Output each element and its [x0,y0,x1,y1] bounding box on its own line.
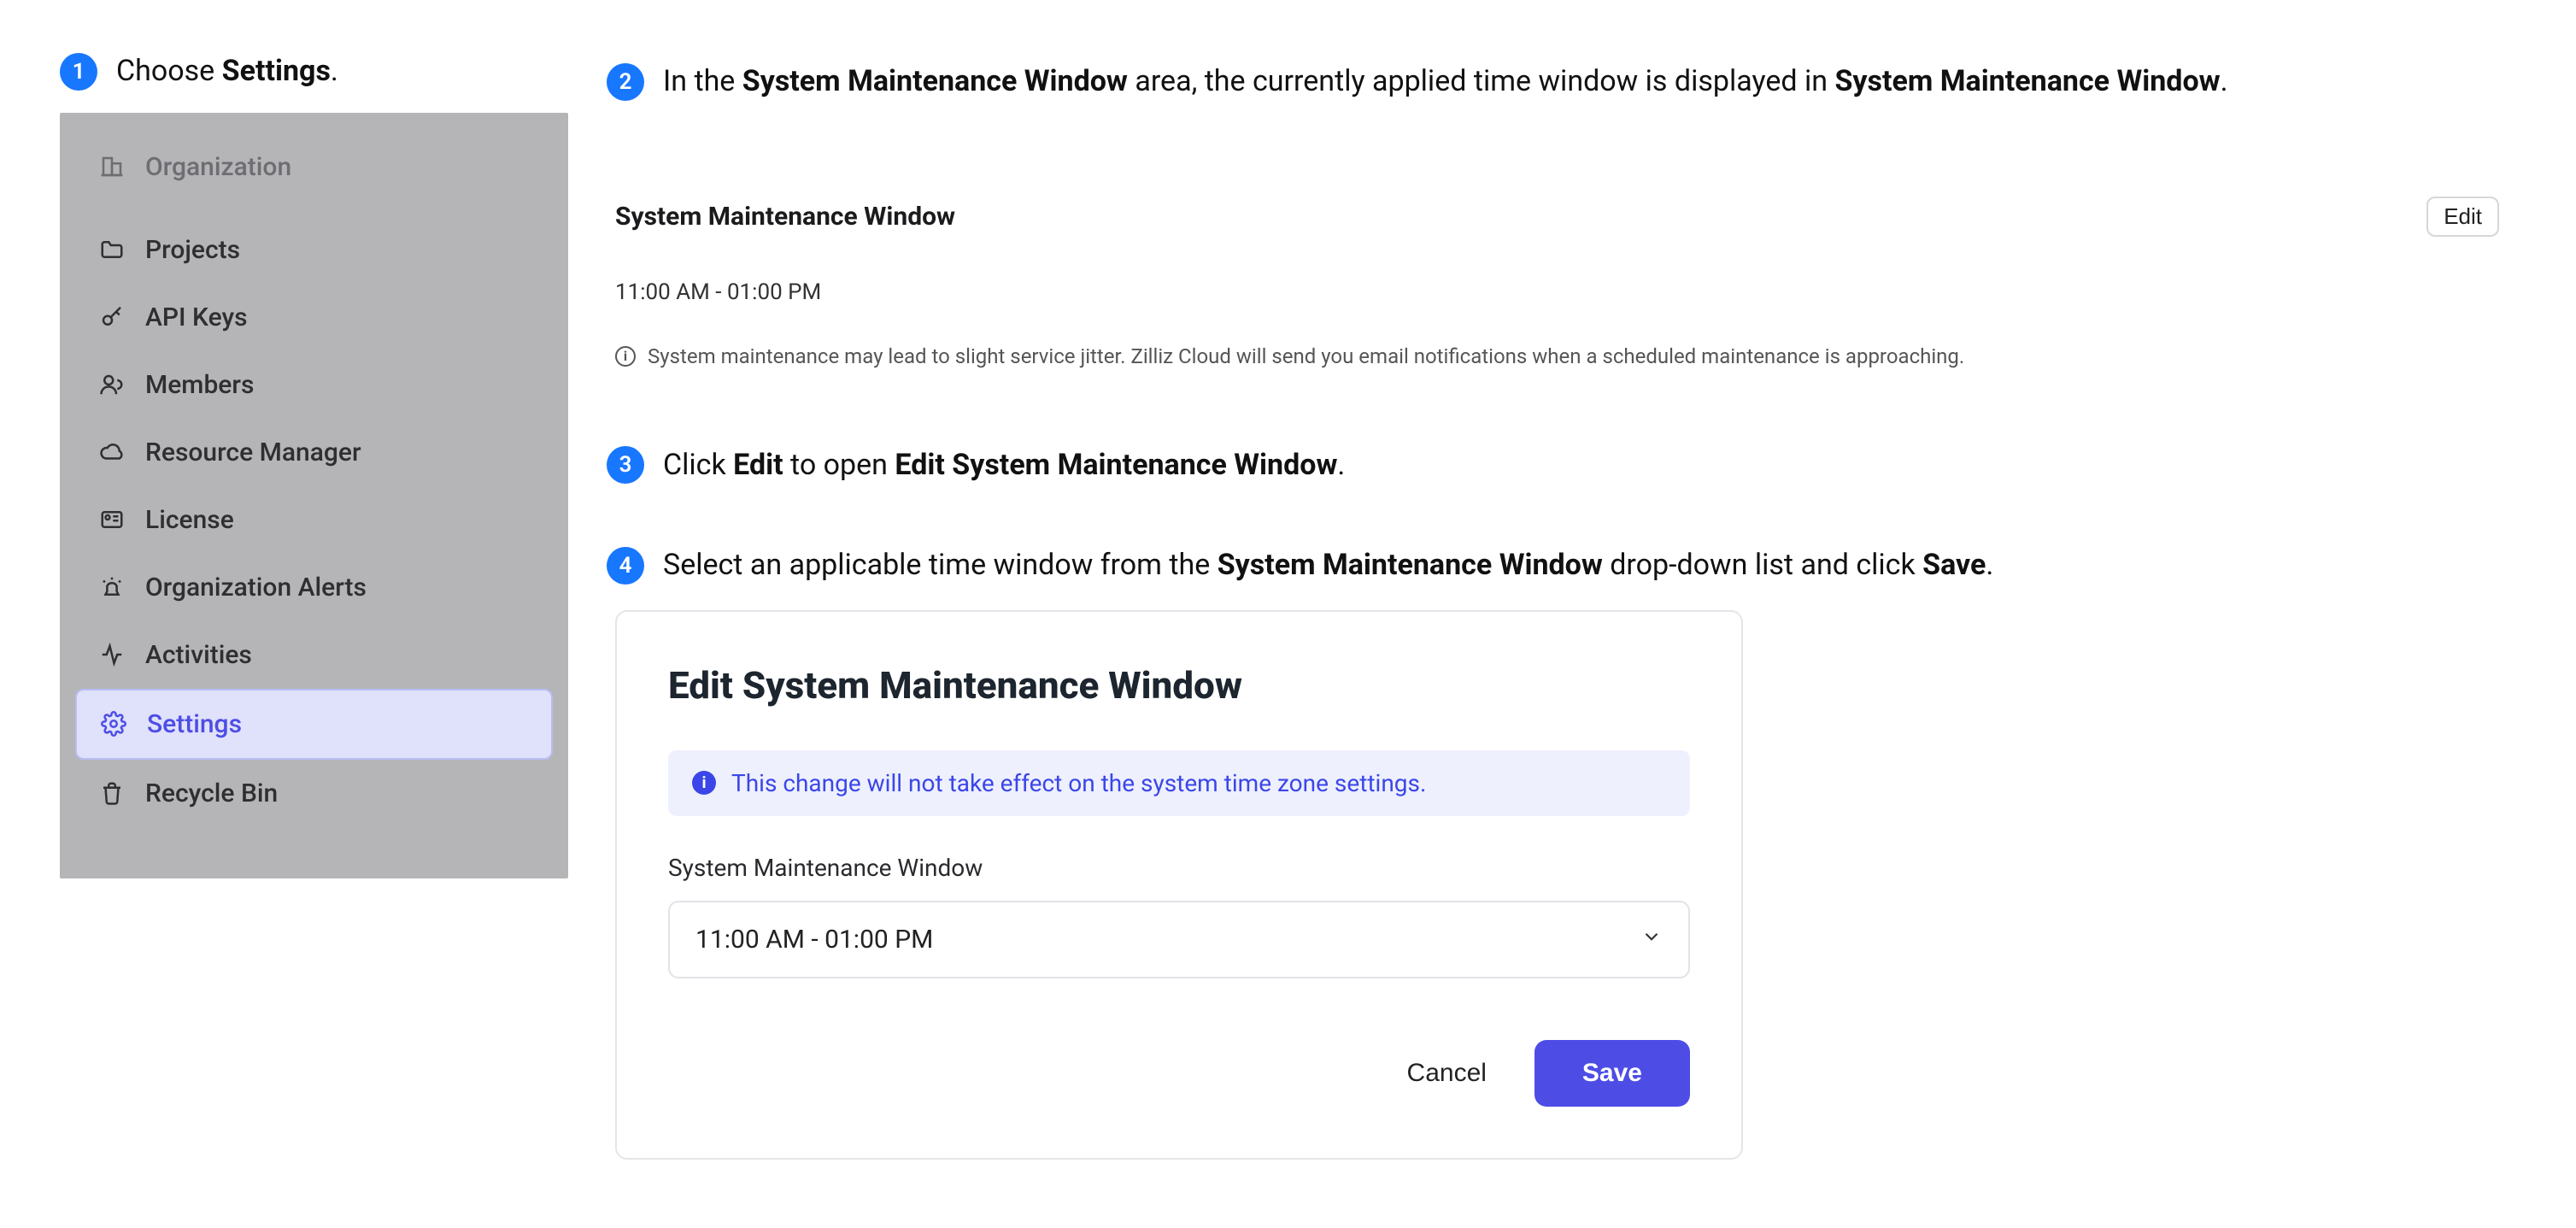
dialog-info-text: This change will not take effect on the … [731,769,1426,797]
dropdown-value: 11:00 AM - 01:00 PM [695,925,933,955]
step-4-bold1: System Maintenance Window [1218,548,1603,582]
dialog-title: Edit System Maintenance Window [668,663,1690,708]
trash-icon [97,779,126,808]
alert-icon [97,573,126,602]
cancel-button[interactable]: Cancel [1407,1059,1487,1088]
step-3-post: . [1337,448,1345,482]
key-icon [97,303,126,332]
sidebar-item-settings[interactable]: Settings [75,689,553,760]
sidebar-item-label: Settings [147,709,242,739]
sidebar-item-label: Organization Alerts [145,573,367,602]
step-2-mid: area, the currently applied time window … [1128,64,1835,98]
info-icon: i [692,771,716,795]
step-3-mid: to open [783,448,895,482]
step-3-pre: Click [663,448,733,482]
step-1-instruction: 1 Choose Settings. [60,51,607,92]
system-maintenance-window-panel: System Maintenance Window Edit 11:00 AM … [607,197,2508,368]
step-4-bold2: Save [1922,548,1986,582]
cloud-icon [97,438,126,467]
dialog-info-banner: i This change will not take effect on th… [668,750,1690,816]
sidebar-item-api-keys[interactable]: API Keys [75,284,553,351]
smw-note-text: System maintenance may lead to slight se… [648,344,1964,368]
sidebar-item-label: License [145,505,234,535]
step-2-badge: 2 [607,63,644,101]
members-icon [97,370,126,399]
sidebar-item-recycle-bin[interactable]: Recycle Bin [75,760,553,827]
edit-button[interactable]: Edit [2426,197,2499,237]
step-4-pre: Select an applicable time window from th… [663,548,1218,582]
step-4-badge: 4 [607,547,644,585]
step-2-bold1: System Maintenance Window [742,64,1128,98]
sidebar-item-label: Projects [145,235,240,265]
step-4-post: . [1986,548,1993,582]
step-1-badge: 1 [60,53,97,91]
folder-icon [97,235,126,264]
sidebar-panel: Organization Projects API Keys Members [60,113,568,878]
edit-system-maintenance-window-dialog: Edit System Maintenance Window i This ch… [615,610,1743,1160]
maintenance-window-dropdown[interactable]: 11:00 AM - 01:00 PM [668,901,1690,978]
smw-time-range: 11:00 AM - 01:00 PM [615,279,2499,305]
chevron-down-icon [1640,925,1663,955]
step-3-instruction: 3 Click Edit to open Edit System Mainten… [607,445,2508,486]
info-icon: i [615,346,636,367]
organization-icon [97,152,126,181]
sidebar-item-label: Resource Manager [145,438,361,467]
license-icon [97,505,126,534]
sidebar-item-license[interactable]: License [75,486,553,554]
sidebar-item-label: Activities [145,640,252,670]
sidebar-header-label: Organization [145,152,291,182]
step-1-text-pre: Choose [116,54,222,88]
sidebar-item-label: Members [145,370,254,400]
step-4-mid: drop-down list and click [1603,548,1922,582]
step-1-text-suffix: . [331,54,338,88]
step-3-bold2: Edit System Maintenance Window [895,448,1337,482]
sidebar-header-organization[interactable]: Organization [75,133,553,201]
gear-icon [99,709,128,738]
smw-title: System Maintenance Window [615,202,955,232]
sidebar-item-label: API Keys [145,303,248,332]
sidebar-item-label: Recycle Bin [145,779,278,808]
step-3-badge: 3 [607,446,644,484]
step-2-instruction: 2 In the System Maintenance Window area,… [607,62,2508,103]
sidebar-item-resource-manager[interactable]: Resource Manager [75,419,553,486]
step-1-text-bold: Settings [222,54,331,88]
step-3-bold1: Edit [733,448,783,482]
activity-icon [97,640,126,669]
step-2-pre: In the [663,64,742,98]
step-2-post: . [2221,64,2228,98]
step-2-bold2: System Maintenance Window [1834,64,2220,98]
sidebar-item-projects[interactable]: Projects [75,216,553,284]
sidebar-item-members[interactable]: Members [75,351,553,419]
save-button[interactable]: Save [1534,1040,1690,1107]
dropdown-label: System Maintenance Window [668,854,1690,882]
sidebar-item-activities[interactable]: Activities [75,621,553,689]
smw-note: i System maintenance may lead to slight … [615,344,2499,368]
sidebar-item-organization-alerts[interactable]: Organization Alerts [75,554,553,621]
step-4-instruction: 4 Select an applicable time window from … [607,545,2508,586]
